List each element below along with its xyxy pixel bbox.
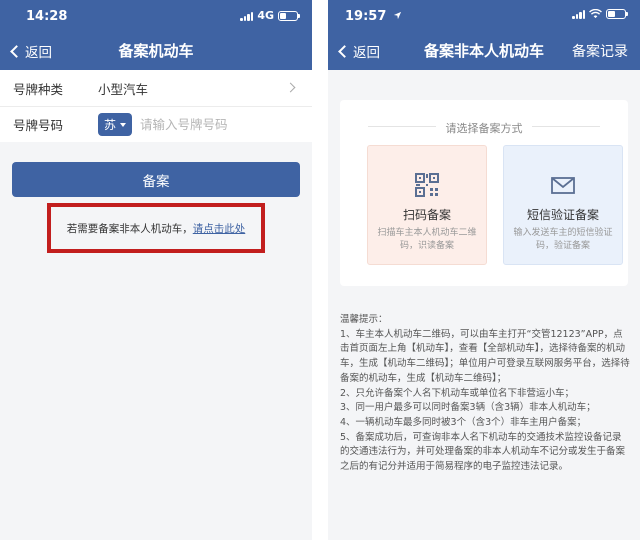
tips-section: 温馨提示： 1、车主本人机动车二维码，可以由车主打开“交管12123”APP，点…: [340, 313, 630, 475]
battery-icon: [606, 9, 628, 19]
card-title: 请选择备案方式: [445, 122, 523, 135]
qr-code-icon: [415, 173, 439, 197]
right-screen: 19:57 返回 备案非本人机动车 备案记录 请选择备案方式 扫码备案 扫描车主…: [328, 0, 640, 540]
divider: [532, 126, 600, 127]
vehicle-form: 号牌种类 小型汽车 号牌号码 苏: [0, 70, 312, 142]
scan-option-title: 扫码备案: [402, 208, 451, 222]
tips-heading: 温馨提示：: [340, 314, 388, 325]
chevron-right-icon: [285, 82, 296, 93]
plate-type-label: 号牌种类: [13, 81, 64, 97]
status-icons: 4G: [240, 9, 300, 22]
caret-down-icon: [120, 122, 127, 127]
click-here-link[interactable]: 请点击此处: [193, 221, 246, 236]
plate-type-value: 小型汽车: [98, 81, 149, 97]
battery-icon: [278, 10, 300, 21]
status-time: 14:28: [26, 9, 68, 24]
register-button[interactable]: 备案: [12, 162, 300, 197]
location-arrow-icon: [393, 11, 402, 20]
plate-number-input[interactable]: [140, 117, 281, 132]
wifi-icon: [589, 9, 602, 19]
status-icons: [572, 9, 628, 19]
navigation-bar: 19:57 返回 备案非本人机动车 备案记录: [328, 0, 640, 70]
plate-number-label: 号牌号码: [13, 118, 64, 133]
page-title: 备案机动车: [118, 42, 194, 60]
signal-icon: [240, 11, 254, 21]
sms-option-title: 短信验证备案: [526, 208, 599, 222]
records-button[interactable]: 备案记录: [572, 41, 628, 61]
signal-icon: [572, 9, 585, 19]
province-select[interactable]: 苏: [98, 113, 133, 136]
left-screen: 14:28 4G 返回 备案机动车 号牌种类 小型汽车 号牌号码 苏 备案 若: [0, 0, 312, 540]
tip-item: 2、只允许备案个人名下机动车或单位名下非营运小车；: [340, 387, 575, 399]
sms-register-option[interactable]: 短信验证备案 输入发送车主的短信验证码，验证备案: [503, 145, 623, 265]
province-value: 苏: [104, 118, 117, 132]
notice-text: 若需要备案非本人机动车，: [66, 222, 193, 235]
highlighted-notice: 若需要备案非本人机动车， 请点击此处: [47, 203, 265, 253]
navigation-bar: 14:28 4G 返回 备案机动车: [0, 0, 312, 70]
plate-number-row: 号牌号码 苏: [0, 106, 312, 142]
sms-option-desc: 输入发送车主的短信验证码，验证备案: [513, 228, 613, 251]
tip-item: 4、一辆机动车最多同时被3个（含3个）非车主用户备案；: [340, 416, 587, 428]
tip-item: 5、备案成功后，可查询非本人名下机动车的交通技术监控设备记录的交通违法行为，并可…: [340, 431, 626, 473]
scan-option-desc: 扫描车主本人机动车二维码，识读备案: [377, 228, 477, 251]
plate-type-row[interactable]: 号牌种类 小型汽车: [0, 70, 312, 106]
tip-item: 3、同一用户最多可以同时备案3辆（含3辆）非本人机动车；: [340, 402, 596, 414]
status-time: 19:57: [345, 9, 402, 24]
envelope-icon: [551, 177, 575, 194]
network-type: 4G: [257, 9, 274, 22]
method-card: 请选择备案方式 扫码备案 扫描车主本人机动车二维码，识读备案 短信验证备案 输入…: [340, 100, 628, 286]
scan-register-option[interactable]: 扫码备案 扫描车主本人机动车二维码，识读备案: [367, 145, 487, 265]
tip-item: 1、车主本人机动车二维码，可以由车主打开“交管12123”APP，点击首页面左上…: [340, 328, 630, 384]
